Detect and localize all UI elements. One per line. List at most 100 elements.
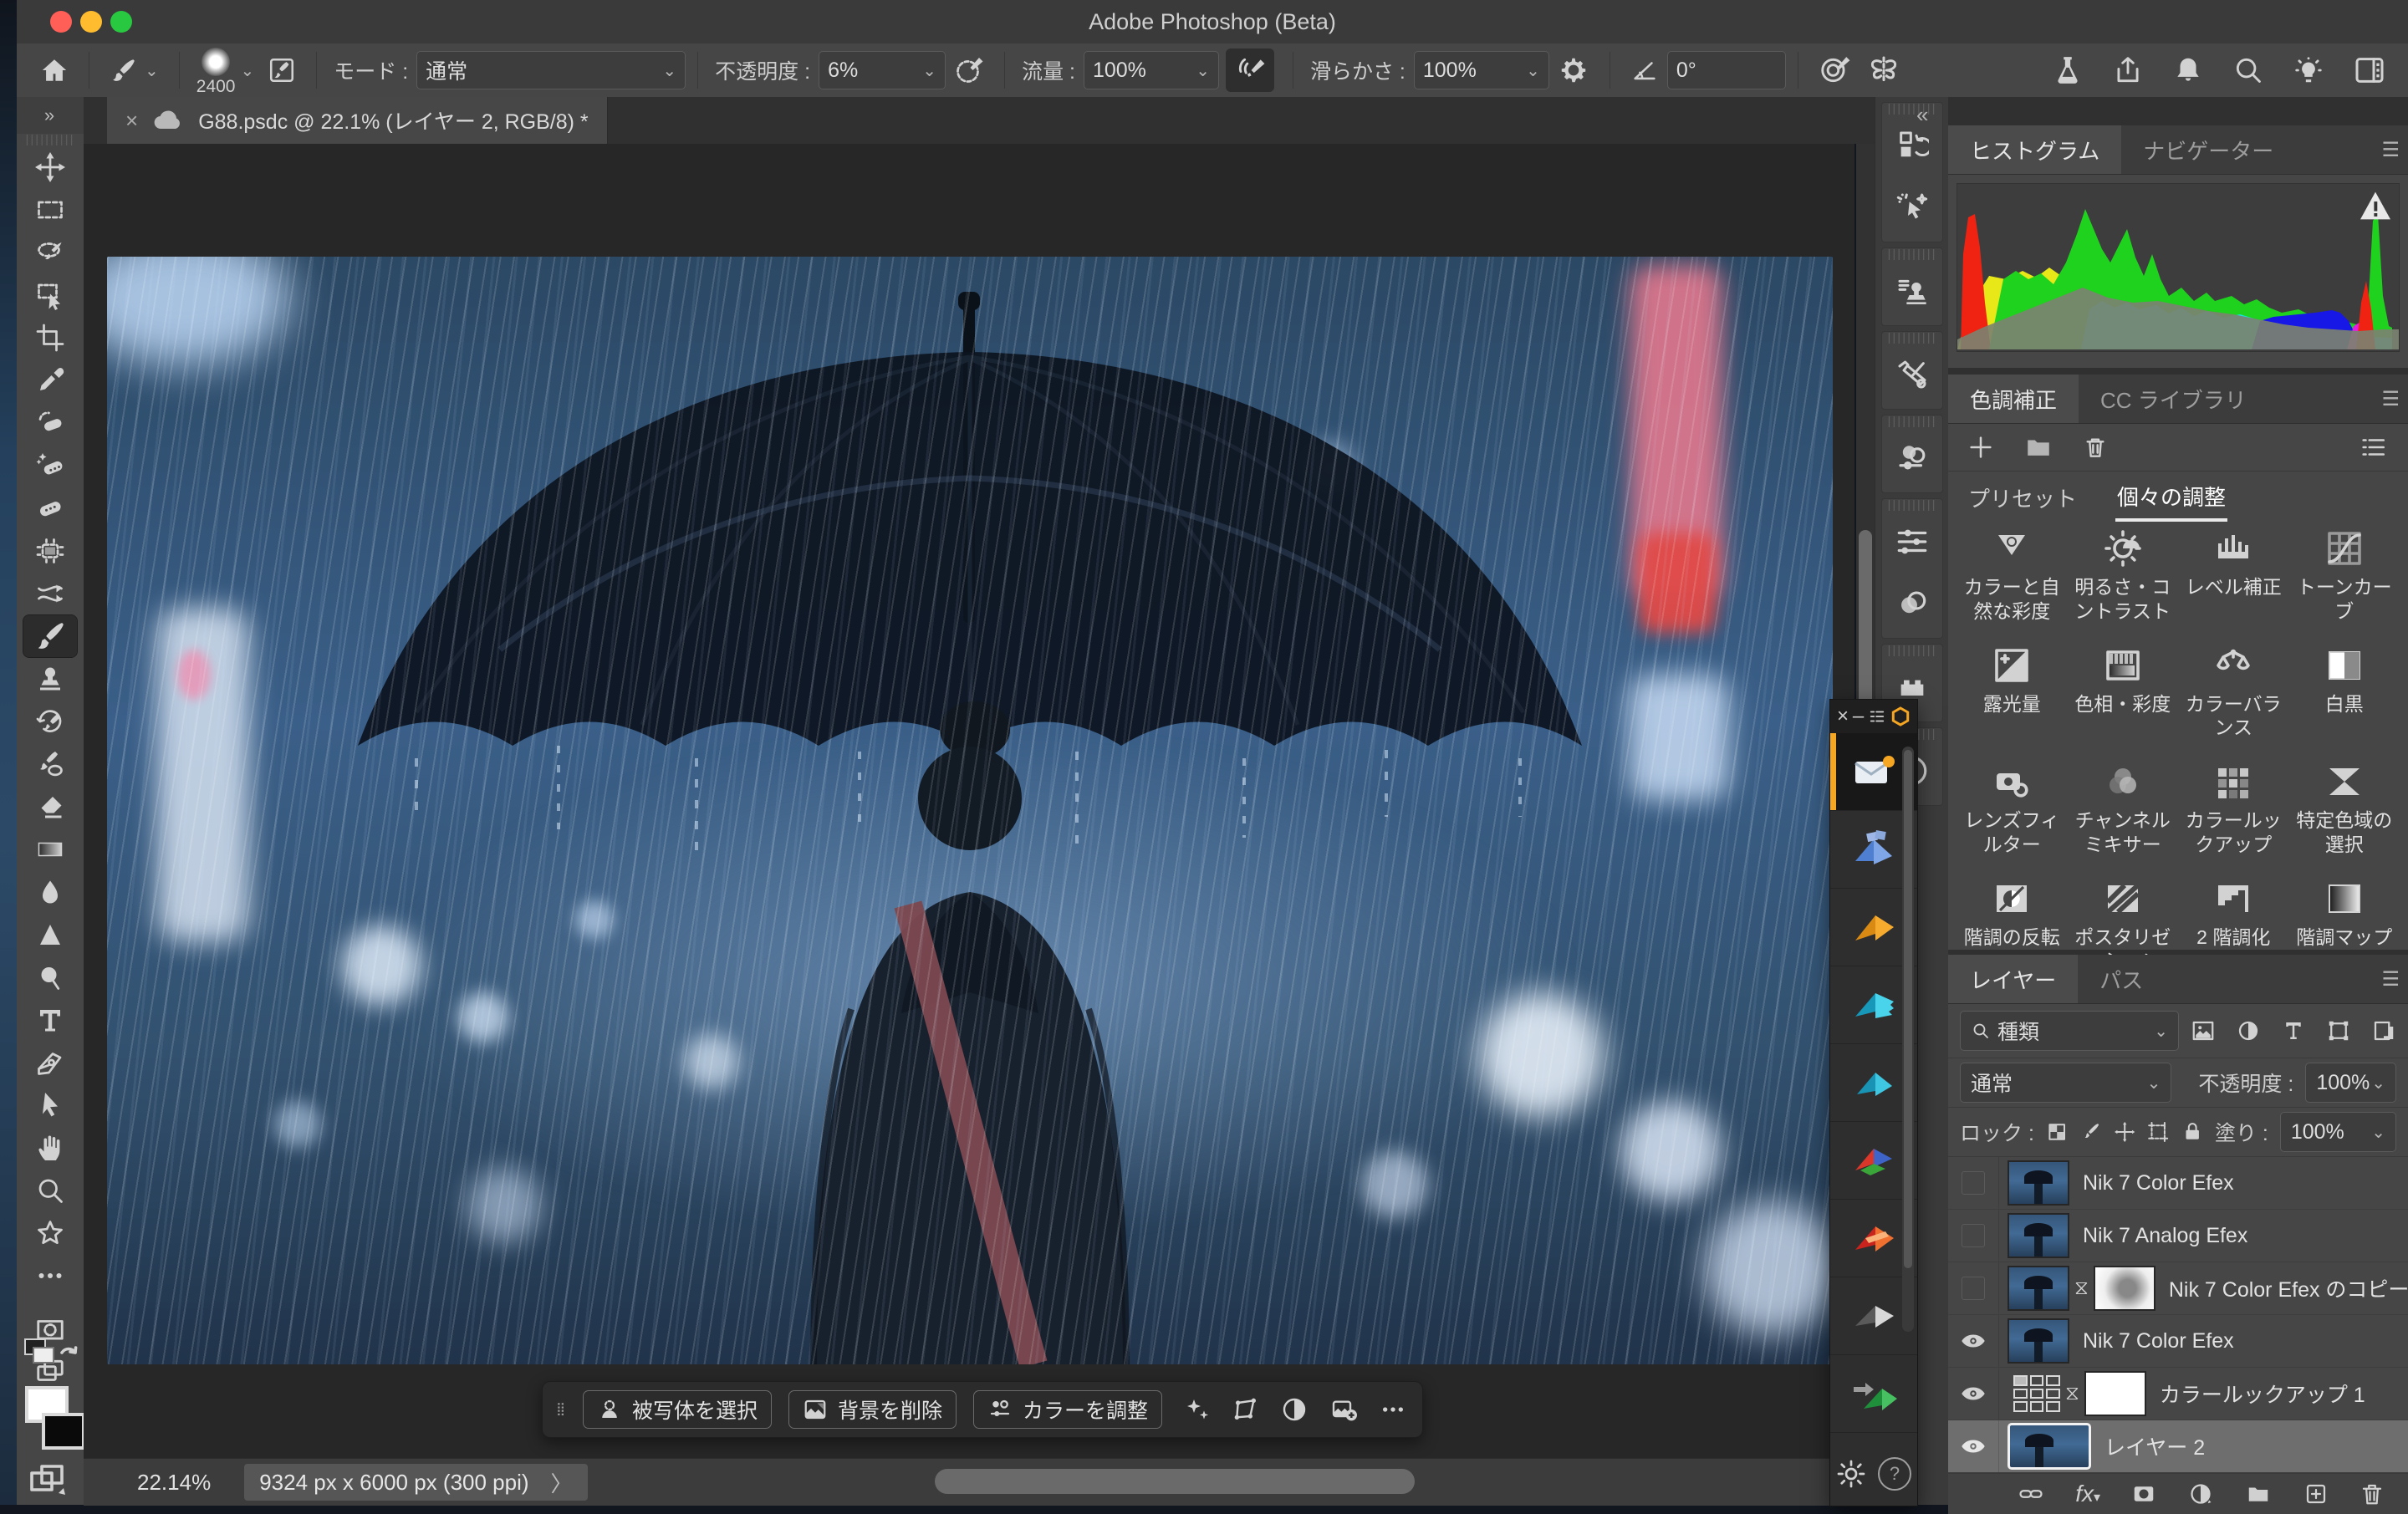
brush-size-preview[interactable]: 2400 (196, 46, 236, 95)
adjustment-half-circle-icon[interactable] (1281, 1396, 1308, 1423)
adjustment-trash-icon[interactable] (2082, 433, 2109, 461)
eyedropper-tool-button[interactable] (23, 359, 77, 401)
lock-position-icon[interactable] (2114, 1120, 2135, 1144)
hidden-eye-checkbox[interactable] (1962, 1277, 1985, 1300)
move-tool-button[interactable] (23, 146, 77, 188)
close-document-icon[interactable]: × (125, 108, 138, 134)
adj-brightness-contrast[interactable]: 明るさ・コ ントラスト (2068, 528, 2179, 624)
toggle-brush-panel-icon[interactable] (259, 48, 304, 92)
filter-shape-layers-icon[interactable] (2326, 1018, 2351, 1043)
eraser-tool-button[interactable] (23, 786, 77, 828)
smoothing-dropdown[interactable]: 100%⌄ (1414, 51, 1549, 89)
document-tab[interactable]: × G88.psdc @ 22.1% (レイヤー 2, RGB/8) * (107, 97, 608, 144)
adj-color-vibrance[interactable]: カラーと自 然な彩度 (1956, 528, 2068, 624)
adj-photo-filter[interactable]: レンズフィ ルター (1956, 762, 2068, 857)
layer-thumbnail[interactable] (2008, 1423, 2091, 1470)
object-selection-tool-button[interactable] (23, 274, 77, 316)
hand-tool-button[interactable] (23, 1127, 77, 1169)
filter-smart-objects-icon[interactable] (2371, 1018, 2396, 1043)
version-history-panel-icon[interactable] (1885, 115, 1939, 176)
hidden-eye-checkbox[interactable] (1962, 1224, 1985, 1247)
type-tool-button[interactable] (23, 999, 77, 1041)
layer-filter-dropdown[interactable]: 種類⌄ (1960, 1011, 2179, 1051)
visibility-toggle[interactable] (1948, 1157, 1999, 1209)
workspace-switcher-icon[interactable] (2353, 54, 2386, 87)
foreground-background-colors[interactable] (23, 1384, 87, 1456)
visibility-toggle[interactable] (1948, 1210, 1999, 1262)
search-icon[interactable] (2232, 54, 2264, 86)
generative-sparkle-icon[interactable] (1184, 1396, 1211, 1423)
remove-background-button[interactable]: 背景を削除 (788, 1390, 957, 1429)
tab-navigator[interactable]: ナビゲーター (2121, 125, 2295, 174)
layer-effects-fx-icon[interactable]: fx▾ (2075, 1481, 2100, 1507)
histogram-panel-menu-icon[interactable]: ☰ (2381, 138, 2408, 162)
nik-close-icon[interactable]: × (1837, 705, 1849, 728)
layer-row[interactable]: ⧖ Nik 7 Color Efex のコピー (1948, 1262, 2408, 1315)
add-layer-mask-icon[interactable] (2130, 1481, 2157, 1506)
adj-selective-color[interactable]: 特定色域の 選択 (2289, 762, 2400, 857)
paint-symmetry-icon[interactable] (1859, 48, 1909, 92)
nik-help-icon[interactable]: ? (1878, 1457, 1911, 1491)
select-subject-button[interactable]: 被写体を選択 (583, 1390, 772, 1429)
mixer-brush-tool-button[interactable] (23, 743, 77, 785)
blur-tool-button[interactable] (23, 871, 77, 913)
horizontal-scroll-thumb[interactable] (935, 1469, 1415, 1494)
home-icon[interactable] (32, 48, 77, 92)
layer-row[interactable]: Nik 7 Color Efex (1948, 1157, 2408, 1210)
mode-dropdown[interactable]: 通常⌄ (416, 51, 686, 89)
layer-thumbnail[interactable] (2008, 1318, 2069, 1364)
status-chevron-icon[interactable]: 〉 (551, 1467, 573, 1498)
layer-row-selected[interactable]: レイヤー 2 (1948, 1420, 2408, 1473)
beta-feedback-beaker-icon[interactable] (2052, 54, 2084, 86)
share-icon[interactable] (2112, 54, 2144, 86)
dodge-tool-button[interactable] (23, 956, 77, 998)
vertical-scroll-thumb[interactable] (1859, 530, 1872, 722)
document-dimensions[interactable]: 9324 px x 6000 px (300 ppi)〉 (244, 1464, 587, 1501)
layer-thumbnail[interactable] (2008, 1266, 2069, 1311)
content-aware-move-tool-button[interactable] (23, 573, 77, 614)
filter-type-layers-icon[interactable] (2281, 1018, 2306, 1043)
brush-tool-preset-icon[interactable]: ⌄ (101, 48, 167, 92)
transform-icon[interactable] (1232, 1396, 1259, 1423)
adj-black-white[interactable]: 白黒 (2289, 645, 2400, 741)
nik-scroll-thumb[interactable] (1904, 750, 1912, 1268)
zoom-level[interactable]: 22.14% (137, 1470, 211, 1496)
tab-paths[interactable]: パス (2078, 955, 2165, 1003)
adj-exposure[interactable]: 露光量 (1956, 645, 2068, 741)
nik-settings-gear-icon[interactable] (1836, 1459, 1866, 1489)
new-adjustment-layer-icon[interactable] (2187, 1481, 2214, 1506)
layer-mask-thumbnail[interactable] (2084, 1371, 2146, 1416)
layer-row[interactable]: Nik 7 Analog Efex (1948, 1210, 2408, 1262)
brush-tool-button[interactable] (23, 615, 77, 657)
layer-name[interactable]: Nik 7 Color Efex (2083, 1171, 2234, 1195)
nik-list-icon[interactable] (1868, 707, 1886, 726)
visibility-toggle[interactable] (1948, 1315, 1999, 1367)
lock-all-icon[interactable] (2181, 1120, 2203, 1144)
fill-dropdown[interactable]: 100%⌄ (2280, 1112, 2396, 1152)
clone-stamp-tool-button[interactable] (23, 658, 77, 700)
tab-adjustments[interactable]: 色調補正 (1948, 375, 2079, 423)
add-adjustment-icon[interactable] (1967, 433, 1995, 461)
brush-angle-input[interactable]: 0° (1667, 51, 1786, 89)
adj-color-lookup[interactable]: カラールッ クアップ (2178, 762, 2289, 857)
lock-artboard-icon[interactable] (2147, 1120, 2169, 1144)
filter-pixel-layers-icon[interactable] (2191, 1018, 2216, 1043)
layer-row[interactable]: ⧖ カラールックアップ 1 (1948, 1368, 2408, 1420)
delete-layer-trash-icon[interactable] (2360, 1481, 2385, 1506)
layer-name[interactable]: カラールックアップ 1 (2160, 1379, 2365, 1409)
brush-picker-chevron-icon[interactable]: ⌄ (240, 60, 254, 81)
adj-hue-saturation[interactable]: 色相・彩度 (2068, 645, 2179, 741)
new-group-folder-icon[interactable] (2244, 1481, 2273, 1506)
color-lookup-layer-icon[interactable] (2013, 1375, 2060, 1412)
layer-name[interactable]: Nik 7 Analog Efex (2083, 1224, 2247, 1248)
opacity-pressure-icon[interactable] (946, 48, 992, 92)
blend-circles-panel-icon[interactable] (1885, 573, 1939, 635)
tools-panel-icon[interactable] (1885, 344, 1939, 405)
layer-opacity-dropdown[interactable]: 100%⌄ (2305, 1063, 2396, 1103)
expand-panels-chevron-icon[interactable]: « (1916, 102, 1928, 128)
nik-minimize-icon[interactable]: – (1853, 705, 1864, 728)
mask-link-icon[interactable]: ⧖ (2074, 1277, 2089, 1300)
lock-transparency-icon[interactable] (2046, 1120, 2068, 1144)
visibility-toggle[interactable] (1948, 1262, 1999, 1314)
layer-name[interactable]: Nik 7 Color Efex (2083, 1329, 2234, 1353)
